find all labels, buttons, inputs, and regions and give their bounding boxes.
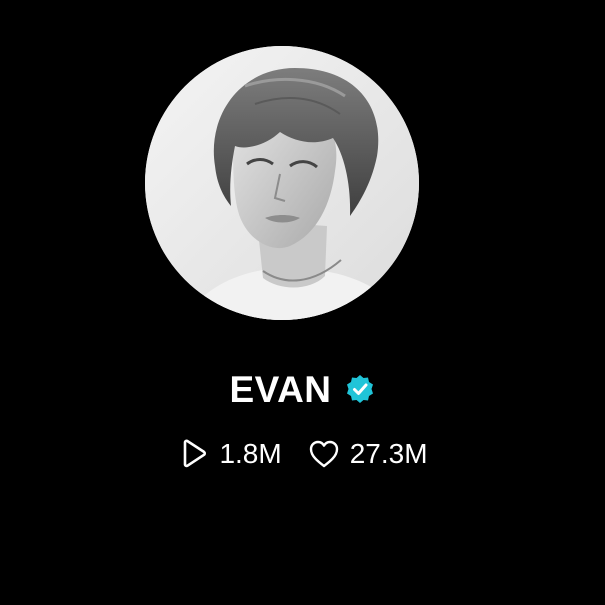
plays-count: 1.8M — [219, 438, 282, 469]
profile-name: EVAN — [229, 368, 332, 410]
play-icon — [177, 438, 209, 470]
name-row: EVAN — [0, 364, 605, 414]
profile-photo — [145, 46, 419, 320]
heart-icon — [308, 438, 340, 470]
likes-stat: 27.3M — [308, 438, 428, 470]
profile-screen: EVAN 1.8M 27.3M — [0, 0, 605, 605]
plays-stat: 1.8M — [177, 438, 282, 470]
avatar[interactable] — [145, 46, 419, 320]
stats-row: 1.8M 27.3M — [0, 432, 605, 476]
verified-badge-icon — [344, 373, 376, 405]
likes-count: 27.3M — [349, 438, 428, 469]
